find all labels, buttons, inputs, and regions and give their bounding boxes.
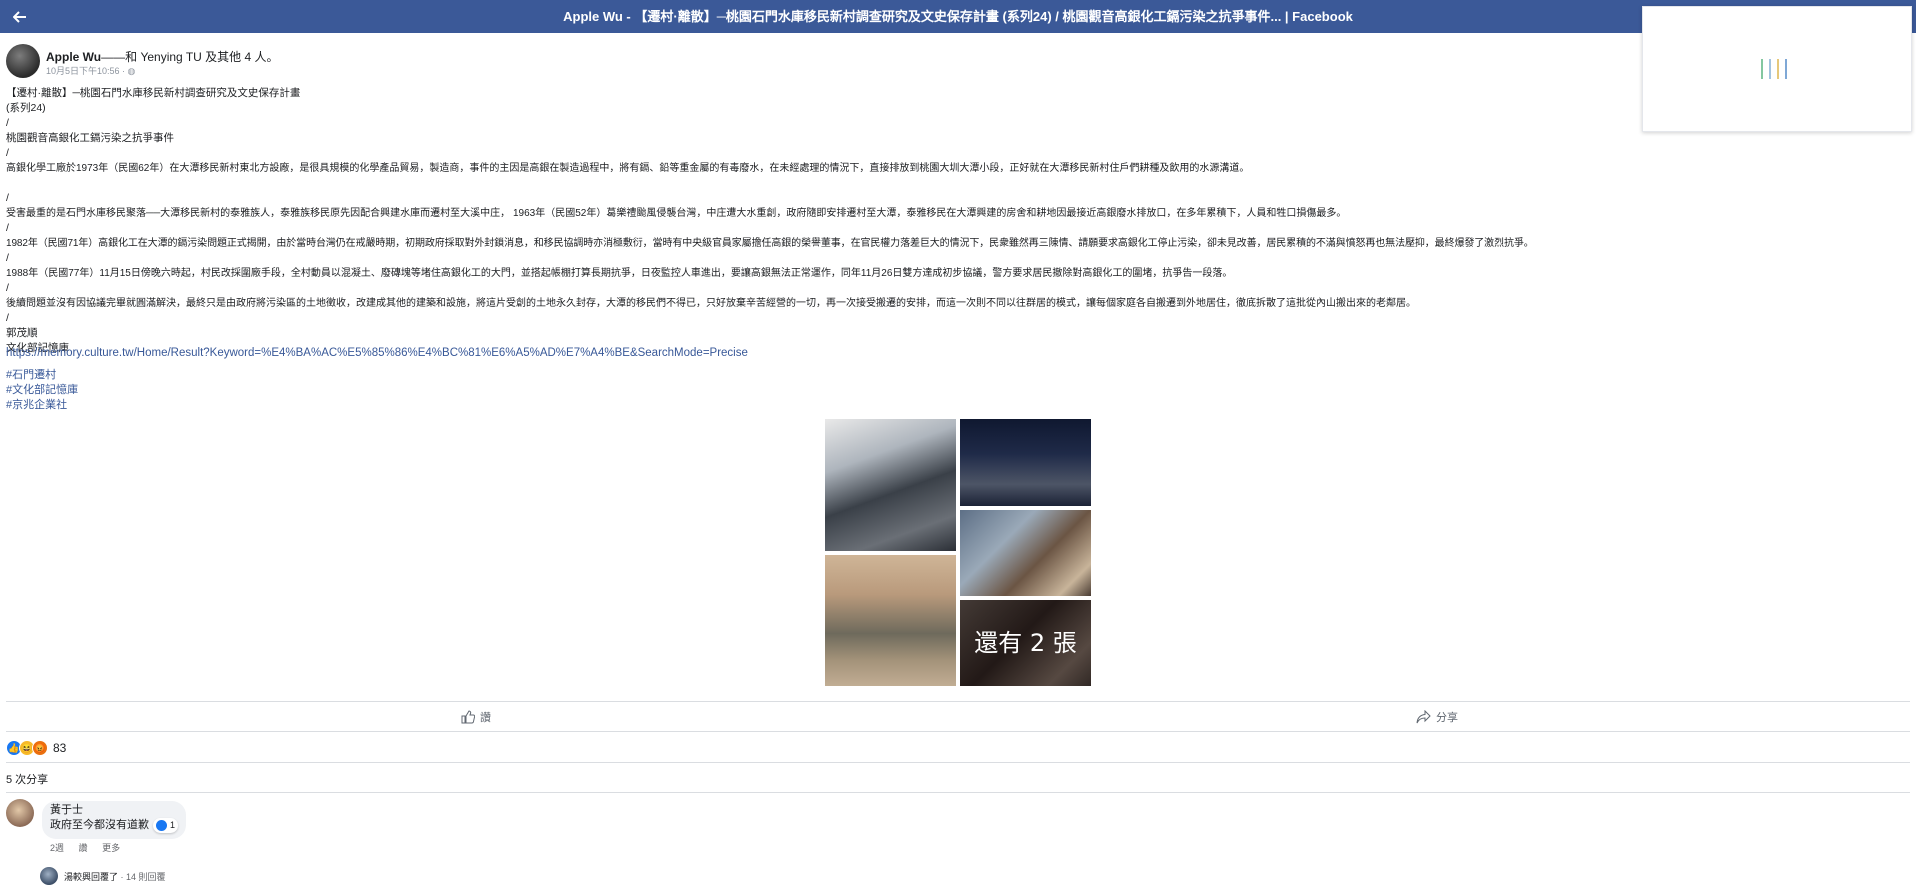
post-line: 郭茂順 bbox=[6, 327, 38, 339]
reply-count: · 14 則回覆 bbox=[118, 872, 166, 882]
post-line: (系列24) bbox=[6, 102, 46, 114]
photo-gate-blockade[interactable] bbox=[960, 510, 1091, 596]
reply-author: 湯較興回覆了 bbox=[64, 872, 119, 882]
post-line: 高銀化學工廠於1973年（民國62年）在大潭移民新村東北方設廠，是很具規模的化學… bbox=[6, 163, 1250, 174]
post-line: / bbox=[6, 282, 9, 294]
post-line: / bbox=[6, 192, 9, 204]
like-label: 讚 bbox=[480, 712, 491, 724]
hashtags: #石門遷村 #文化部記憶庫 #京兆企業社 bbox=[6, 368, 78, 413]
loading-bar bbox=[1777, 59, 1779, 79]
post-line: 【遷村·離散】─桃園石門水庫移民新村調查研究及文史保存計畫 bbox=[6, 87, 301, 99]
comment-more-link[interactable]: 更多 bbox=[102, 843, 120, 853]
author-line: Apple Wu——和 Yenying TU 及其他 4 人。 bbox=[46, 48, 279, 65]
loading-indicator bbox=[1761, 59, 1793, 84]
author-name[interactable]: Apple Wu bbox=[46, 50, 101, 64]
reaction-summary[interactable]: 👍 😆 😡 83 bbox=[6, 739, 66, 757]
public-globe-icon: ◍ bbox=[127, 66, 136, 76]
loading-bar bbox=[1761, 59, 1763, 79]
hashtag-link[interactable]: #文化部記憶庫 bbox=[6, 383, 78, 398]
post-line: 1982年（民國71年）高銀化工在大潭的鎘污染問題正式揭開，由於當時台灣仍在戒嚴… bbox=[6, 238, 1534, 249]
comment-bubble: 黃于士 政府至今都沒有道歉 1 bbox=[42, 801, 187, 839]
comment-like-link[interactable]: 讚 bbox=[79, 843, 88, 853]
post-line: / bbox=[6, 222, 9, 234]
reaction-count: 83 bbox=[53, 741, 67, 755]
like-reaction-icon bbox=[156, 820, 167, 831]
post-line: 1988年（民國77年）11月15日傍晚六時起，村民改採圍廠手段，全村動員以混凝… bbox=[6, 268, 1233, 279]
photo-protest-crowd[interactable] bbox=[825, 419, 956, 551]
divider bbox=[6, 731, 1910, 732]
more-photos-label: 還有 2 張 bbox=[974, 629, 1077, 657]
post-line: / bbox=[6, 147, 9, 159]
external-link[interactable]: https://memory.culture.tw/Home/Result?Ke… bbox=[6, 347, 748, 359]
comment-reaction-badge[interactable]: 1 bbox=[153, 818, 179, 833]
comment-reaction-count: 1 bbox=[170, 820, 176, 830]
replier-avatar bbox=[40, 867, 58, 885]
post-line: 桃園觀音高銀化工鎘污染之抗爭事件 bbox=[6, 132, 174, 144]
photo-truck[interactable] bbox=[825, 555, 956, 686]
comment-text: 政府至今都沒有道歉 bbox=[50, 819, 149, 831]
tagged-people[interactable]: ——和 Yenying TU 及其他 4 人。 bbox=[101, 50, 278, 64]
comment-age: 2週 bbox=[50, 843, 65, 853]
hashtag-link[interactable]: #石門遷村 bbox=[6, 368, 78, 383]
comment-text-row: 政府至今都沒有道歉 1 bbox=[50, 818, 179, 833]
timestamp-text: 10月5日下午10:56 · bbox=[46, 66, 128, 76]
commenter-avatar[interactable] bbox=[6, 799, 34, 827]
comment-actions: 2週 讚 更多 bbox=[50, 841, 132, 854]
loading-bar bbox=[1785, 59, 1787, 79]
post-line: / bbox=[6, 252, 9, 264]
post-line: / bbox=[6, 312, 9, 324]
hashtag-link[interactable]: #京兆企業社 bbox=[6, 398, 78, 413]
loading-bar bbox=[1769, 59, 1771, 79]
view-replies-link[interactable]: 湯較興回覆了 · 14 則回覆 bbox=[64, 870, 166, 883]
commenter-name[interactable]: 黃于士 bbox=[50, 803, 178, 818]
post-line: / bbox=[6, 117, 9, 129]
share-button[interactable]: 分享 bbox=[1416, 708, 1458, 726]
author-avatar[interactable] bbox=[6, 44, 40, 78]
post-text: 【遷村·離散】─桃園石門水庫移民新村調查研究及文史保存計畫 (系列24) / 桃… bbox=[6, 86, 1906, 356]
photo-more[interactable]: 還有 2 張 bbox=[960, 600, 1091, 686]
post-line: 受害最重的是石門水庫移民聚落──大潭移民新村的泰雅族人，泰雅族移民原先因配合興建… bbox=[6, 208, 1347, 219]
post-timestamp[interactable]: 10月5日下午10:56 · ◍ bbox=[46, 64, 135, 77]
page-title: Apple Wu - 【遷村·離散】─桃園石門水庫移民新村調查研究及文史保存計畫… bbox=[563, 9, 1353, 24]
share-label: 分享 bbox=[1436, 712, 1458, 724]
divider bbox=[6, 762, 1910, 763]
divider bbox=[6, 701, 1910, 702]
thumbs-up-icon bbox=[461, 710, 475, 724]
share-icon bbox=[1416, 710, 1431, 724]
top-bar: Apple Wu - 【遷村·離散】─桃園石門水庫移民新村調查研究及文史保存計畫… bbox=[0, 0, 1916, 33]
share-count[interactable]: 5 次分享 bbox=[6, 771, 48, 787]
post-line: 後續問題並沒有因協議完畢就圓滿解決，最終只是由政府將污染區的土地徵收，改建成其他… bbox=[6, 298, 1416, 309]
photo-night-protest[interactable] bbox=[960, 419, 1091, 506]
like-button[interactable]: 讚 bbox=[461, 708, 491, 726]
angry-reaction-icon: 😡 bbox=[32, 740, 48, 756]
divider bbox=[6, 792, 1910, 793]
